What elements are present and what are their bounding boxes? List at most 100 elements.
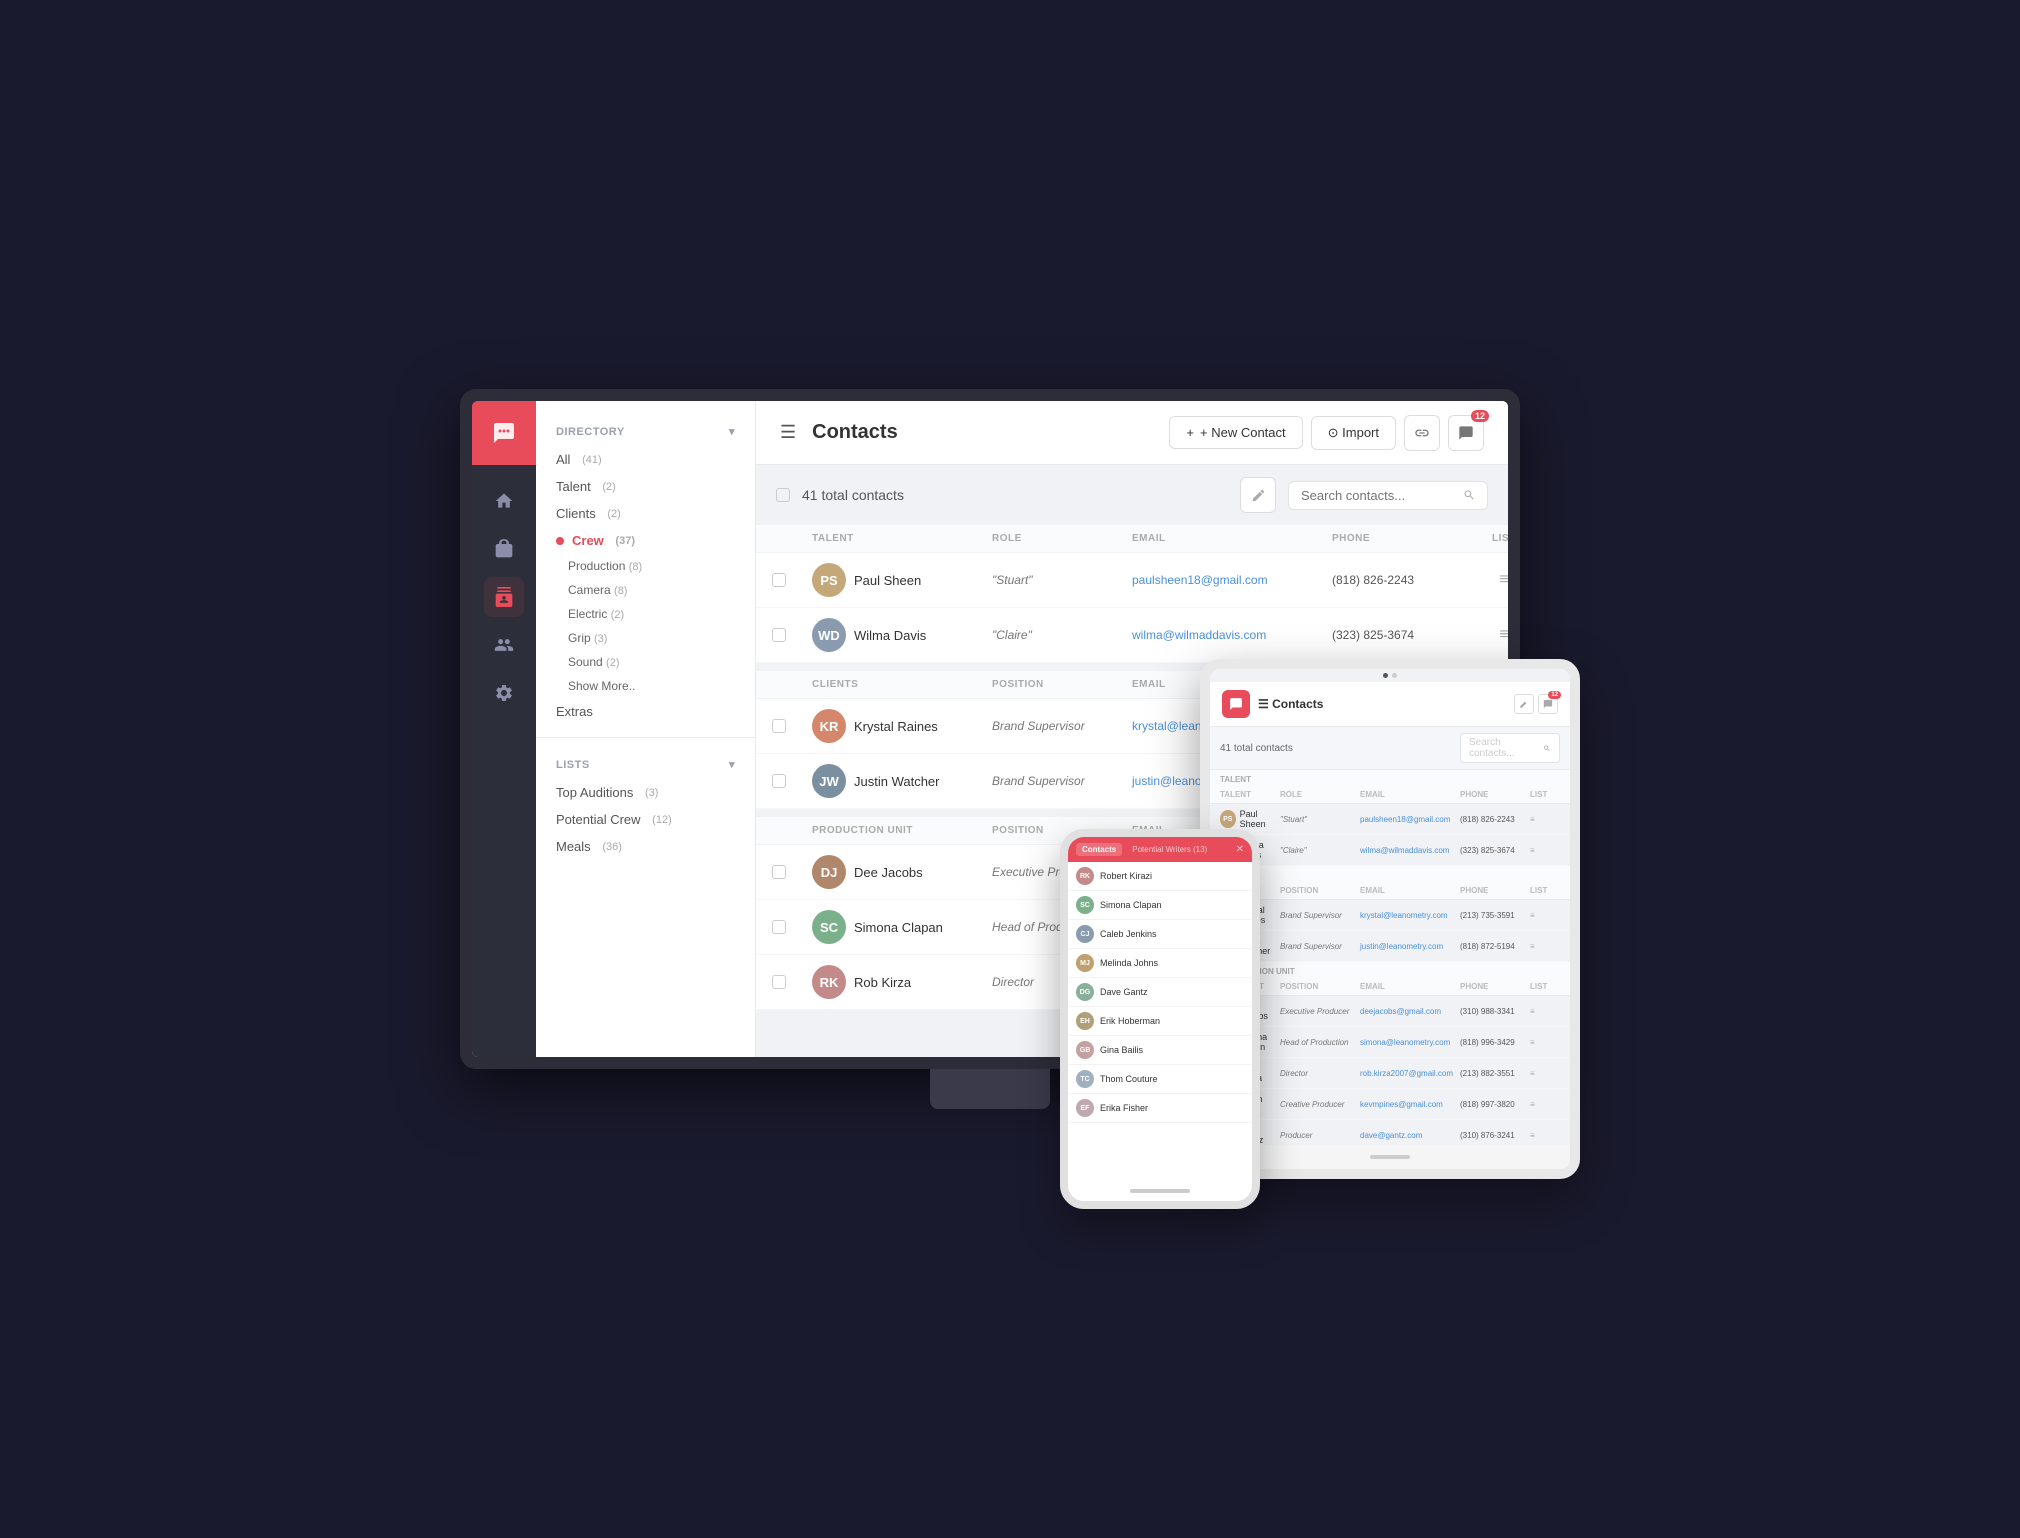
chat-button[interactable]: 12 [1448,415,1484,451]
sidebar-sub-showmore[interactable]: Show More.. [536,674,755,698]
avatar: DG [1076,983,1094,1001]
sidebar-item-extras[interactable]: Extras [536,698,755,725]
left-sidebar: DIRECTORY ▾ All (41) Talent (2) Clients … [536,401,756,1057]
select-all-checkbox[interactable] [776,488,790,502]
new-contact-button[interactable]: + + New Contact [1169,416,1302,449]
row-checkbox[interactable] [772,975,812,989]
menu-icon[interactable]: ☰ [780,422,796,443]
avatar: WD [812,618,846,652]
contacts-toolbar: 41 total contacts [756,465,1508,525]
phone-tab-potential[interactable]: Potential Writers (13) [1126,843,1213,856]
contact-phone: (818) 826-2243 [1332,573,1492,587]
tablet-edit-btn[interactable] [1514,694,1534,714]
sidebar-talent-label: Talent [556,479,591,494]
col-email: EMAIL [1132,533,1332,544]
edit-icon-btn[interactable] [1240,477,1276,513]
nav-briefcase-icon[interactable] [484,529,524,569]
contact-name: Erik Hoberman [1100,1016,1160,1026]
tablet-search-placeholder: Search contacts... [1469,737,1539,759]
search-input[interactable] [1301,488,1455,503]
sidebar-item-all[interactable]: All (41) [536,446,755,473]
phone-content: RK Robert Kirazi SC Simona Clapan CJ Cal… [1068,862,1252,1181]
list-item[interactable]: TC Thom Couture [1068,1065,1252,1094]
phone-close-btn[interactable]: ✕ [1236,844,1244,855]
list-item: DJDee Jacobs Executive Producer deejacob… [1210,996,1570,1027]
row-checkbox[interactable] [772,719,812,733]
app-logo[interactable] [472,401,536,465]
import-button[interactable]: ⊙ Import [1311,416,1396,450]
contact-name: Thom Couture [1100,1074,1158,1084]
row-checkbox[interactable] [772,920,812,934]
tablet-inner: ☰ Contacts 12 41 total contacts Search c… [1210,669,1570,1169]
sidebar-item-top-auditions[interactable]: Top Auditions (3) [536,779,755,806]
tablet-talent-header: TALENT ROLE EMAIL PHONE LIST [1210,786,1570,804]
header-actions: + + New Contact ⊙ Import [1169,415,1484,451]
sub-grip-label: Grip [568,631,591,645]
row-checkbox[interactable] [772,628,812,642]
screen-wrapper: DIRECTORY ▾ All (41) Talent (2) Clients … [460,389,1560,1149]
sidebar-sub-sound[interactable]: Sound (2) [536,650,755,674]
list-action-btn[interactable]: ≡ [1492,623,1508,647]
sidebar-extras-label: Extras [556,704,593,719]
directory-label: DIRECTORY [556,426,625,438]
avatar: TC [1076,1070,1094,1088]
lists-header: LISTS ▾ [536,750,755,779]
row-checkbox[interactable] [772,573,812,587]
col-production: PRODUCTION UNIT [812,825,992,836]
directory-header: DIRECTORY ▾ [536,417,755,446]
list-action-btn[interactable]: ≡ [1492,568,1508,592]
list-item: DGDave Gantz Producer dave@gantz.com (31… [1210,1120,1570,1145]
talent-header: TALENT ROLE EMAIL PHONE LIST [756,525,1508,553]
nav-home-icon[interactable] [484,481,524,521]
sidebar-sub-electric[interactable]: Electric (2) [536,602,755,626]
sidebar-sub-camera[interactable]: Camera (8) [536,578,755,602]
avatar: EF [1076,1099,1094,1117]
sub-electric-label: Electric [568,607,607,621]
link-button[interactable] [1404,415,1440,451]
nav-contacts-icon[interactable] [484,577,524,617]
tablet-camera-row [1210,669,1570,682]
avatar: PS [1220,810,1236,828]
tcol-list: LIST [1530,790,1570,799]
sidebar-sub-production[interactable]: Production (8) [536,554,755,578]
list-item[interactable]: CJ Caleb Jenkins [1068,920,1252,949]
chat-badge: 12 [1471,410,1489,422]
phone-tab-contacts[interactable]: Contacts [1076,843,1122,856]
tcol-talent: TALENT [1220,790,1280,799]
contacts-count: 41 total contacts [802,487,1228,503]
list-item[interactable]: EF Erika Fisher [1068,1094,1252,1123]
avatar: JW [812,764,846,798]
tablet-total: 41 total contacts [1220,743,1293,754]
tablet-title: ☰ Contacts [1258,697,1506,711]
sidebar-item-potential-crew[interactable]: Potential Crew (12) [536,806,755,833]
sidebar-sub-grip[interactable]: Grip (3) [536,626,755,650]
plus-icon: + [1186,425,1194,440]
list-item[interactable]: MJ Melinda Johns [1068,949,1252,978]
row-checkbox[interactable] [772,774,812,788]
avatar: SC [812,910,846,944]
tablet-search[interactable]: Search contacts... [1460,733,1560,763]
sidebar-item-crew[interactable]: Crew (37) [536,527,755,554]
tcol-phone: PHONE [1460,790,1530,799]
contact-name: Dave Gantz [1100,987,1148,997]
contact-phone: (323) 825-3674 [1332,628,1492,642]
sidebar-talent-count: (2) [602,481,615,493]
nav-team-icon[interactable] [484,625,524,665]
list-item[interactable]: DG Dave Gantz [1068,978,1252,1007]
phone-home-indicator [1068,1181,1252,1201]
list-item[interactable]: GB Gina Bailis [1068,1036,1252,1065]
nav-settings-icon[interactable] [484,673,524,713]
list-item[interactable]: SC Simona Clapan [1068,891,1252,920]
list-item[interactable]: EH Erik Hoberman [1068,1007,1252,1036]
sidebar-item-clients[interactable]: Clients (2) [536,500,755,527]
tablet-chat-btn[interactable]: 12 [1538,694,1558,714]
tablet-production-header: PROD UNIT POSITION EMAIL PHONE LIST [1210,978,1570,996]
row-checkbox[interactable] [772,865,812,879]
talent-section: TALENT ROLE EMAIL PHONE LIST [756,525,1508,663]
list-item[interactable]: RK Robert Kirazi [1068,862,1252,891]
list-item: RKRob Kirza Director rob.kirza2007@gmail… [1210,1058,1570,1089]
sidebar-crew-count: (37) [615,535,635,547]
sidebar-item-meals[interactable]: Meals (36) [536,833,755,860]
tablet-home-bar [1370,1155,1410,1159]
sidebar-item-talent[interactable]: Talent (2) [536,473,755,500]
